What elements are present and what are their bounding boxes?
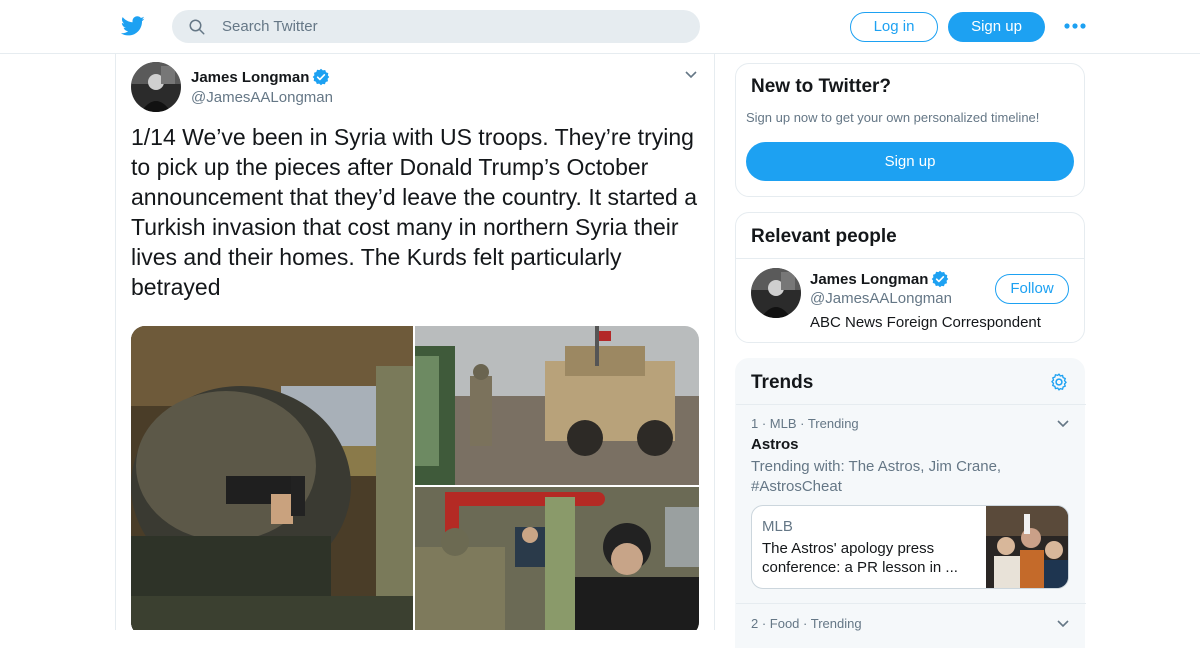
news-thumbnail[interactable] bbox=[986, 506, 1068, 588]
person-handle[interactable]: @JamesAALongman bbox=[810, 290, 952, 307]
trend-news-card[interactable]: MLB The Astros' apology press conference… bbox=[751, 505, 1069, 589]
author-handle[interactable]: @JamesAALongman bbox=[191, 89, 333, 106]
trend-meta: 2 · Food · Trending bbox=[751, 616, 862, 631]
tweet: James Longman @JamesAALongman 1/14 We’ve… bbox=[115, 54, 715, 630]
trend-related: Trending with: The Astros, Jim Crane, #A… bbox=[751, 458, 1002, 495]
card-title: New to Twitter? bbox=[751, 76, 892, 97]
relevant-people-card: Relevant people James Longman @JamesAALo… bbox=[735, 212, 1085, 343]
person-bio: ABC News Foreign Correspondent bbox=[810, 314, 1041, 331]
signup-button[interactable]: Sign up bbox=[948, 12, 1045, 42]
verified-badge-icon bbox=[932, 270, 949, 288]
tweet-text: 1/14 We’ve been in Syria with US troops.… bbox=[131, 124, 697, 300]
avatar[interactable] bbox=[751, 268, 801, 318]
news-source: MLB bbox=[762, 518, 793, 535]
new-to-twitter-card: New to Twitter? Sign up now to get your … bbox=[735, 63, 1085, 197]
chevron-down-icon[interactable] bbox=[1056, 619, 1070, 629]
chevron-down-icon[interactable] bbox=[1056, 419, 1070, 429]
divider bbox=[736, 404, 1086, 405]
tweet-media[interactable] bbox=[131, 326, 699, 630]
sidebar-signup-button[interactable]: Sign up bbox=[746, 142, 1074, 181]
search-bar[interactable] bbox=[172, 10, 700, 43]
author-name[interactable]: James Longman bbox=[191, 68, 330, 86]
divider bbox=[736, 603, 1086, 604]
verified-badge-icon bbox=[313, 68, 330, 86]
media-image-soldier[interactable] bbox=[131, 326, 413, 630]
gear-icon[interactable] bbox=[1049, 372, 1069, 392]
news-headline[interactable]: The Astros' apology press conference: a … bbox=[762, 539, 972, 577]
person-name[interactable]: James Longman bbox=[810, 270, 949, 288]
twitter-bird-icon[interactable] bbox=[120, 14, 146, 38]
chevron-down-icon[interactable] bbox=[684, 70, 698, 80]
more-dots-icon[interactable] bbox=[1062, 18, 1088, 34]
avatar[interactable] bbox=[131, 62, 181, 112]
card-title: Relevant people bbox=[751, 226, 897, 247]
follow-button[interactable]: Follow bbox=[995, 274, 1069, 304]
search-icon bbox=[189, 19, 205, 35]
divider bbox=[736, 258, 1084, 259]
trend-title[interactable]: Astros bbox=[751, 436, 799, 453]
trend-meta: 1 · MLB · Trending bbox=[751, 416, 859, 431]
search-input[interactable] bbox=[222, 10, 682, 43]
top-bar: Log in Sign up bbox=[0, 0, 1200, 54]
media-image-vehicle-interior[interactable] bbox=[415, 487, 699, 630]
trends-card: Trends 1 · MLB · Trending Astros Trendin… bbox=[735, 358, 1086, 648]
card-subtitle: Sign up now to get your own personalized… bbox=[746, 110, 1040, 125]
card-title: Trends bbox=[751, 372, 814, 393]
login-button[interactable]: Log in bbox=[850, 12, 938, 42]
media-image-convoy[interactable] bbox=[415, 326, 699, 485]
